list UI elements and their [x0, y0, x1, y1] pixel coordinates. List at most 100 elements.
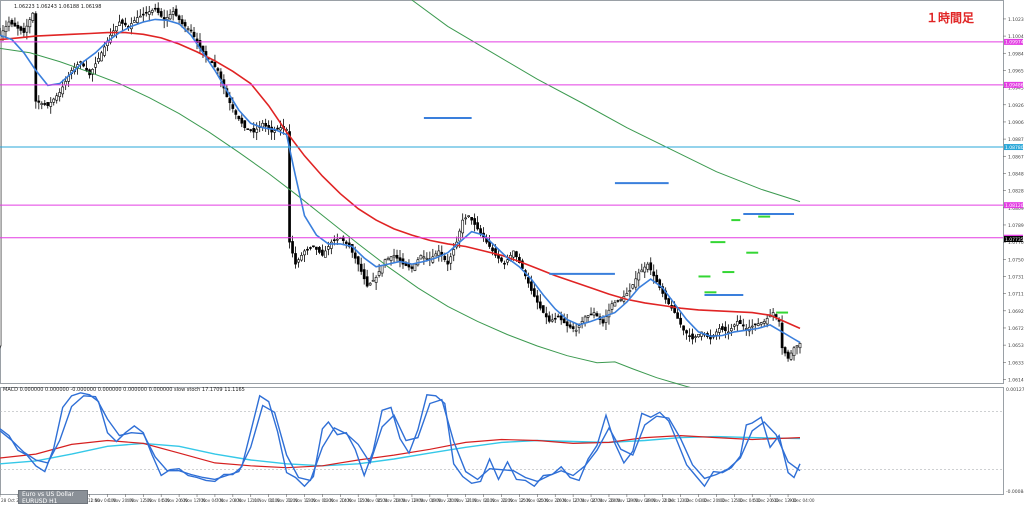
candle-body [443, 255, 447, 261]
candle-body [783, 347, 787, 354]
candle-body [655, 274, 659, 283]
candle-body [691, 333, 694, 340]
candle-body [234, 110, 238, 115]
candle-body [491, 247, 494, 252]
candle-body [19, 26, 23, 31]
candle-body [300, 255, 303, 261]
candle-body [159, 11, 163, 17]
candle-body [118, 21, 121, 26]
price-tick-label: 1.06725 [1008, 326, 1024, 332]
candle-body [682, 325, 685, 331]
candle-body [165, 17, 169, 20]
candle-body [512, 250, 515, 258]
candle-body [10, 20, 14, 25]
candle-body [58, 92, 62, 97]
main-price-plot[interactable] [0, 0, 1004, 412]
candle-body [771, 312, 775, 317]
candle-body [574, 329, 578, 332]
oscillator-frame [0, 387, 1004, 495]
candle-body [144, 11, 148, 14]
candle-body [532, 288, 536, 297]
candle-body [500, 257, 503, 262]
candle-body [318, 247, 321, 253]
candle-body [547, 315, 551, 322]
candle-body [321, 249, 324, 256]
candle-body [640, 269, 644, 273]
candle-body [40, 103, 44, 105]
candle-body [458, 230, 462, 242]
candle-body [571, 326, 575, 330]
candle-body [688, 335, 691, 337]
price-tick-label: 1.06530 [1008, 343, 1024, 349]
candle-body [544, 313, 548, 318]
candle-body [100, 52, 103, 62]
candle-body [46, 102, 50, 106]
candle-body [237, 115, 241, 120]
candle-body [473, 218, 476, 225]
candle-body [476, 222, 479, 230]
candle-body [153, 7, 157, 10]
candle-body [422, 256, 426, 259]
candle-body [303, 250, 306, 256]
candle-body [329, 241, 333, 249]
candle-body [362, 269, 366, 280]
candle-body [22, 27, 26, 33]
candle-body [124, 22, 127, 26]
candle-body [643, 266, 647, 273]
candle-body [625, 293, 629, 297]
candle-body [327, 246, 330, 250]
candle-body [356, 256, 360, 265]
candle-body [649, 262, 653, 271]
candle-body [759, 322, 763, 325]
candle-body [392, 255, 396, 258]
price-tick-label: 1.10235 [1008, 17, 1024, 23]
candle-body [634, 278, 638, 288]
candle-body [613, 301, 617, 307]
candle-body [141, 13, 145, 16]
candle-body [527, 277, 530, 284]
candle-body [147, 11, 151, 15]
osc-tick-label: 0.001272 [1006, 387, 1024, 393]
candle-body [795, 345, 799, 348]
candle-body [306, 248, 309, 251]
candle-body [37, 100, 41, 103]
candle-body [189, 29, 193, 32]
candle-body [679, 317, 682, 325]
price-level-label: 1.09974 [1005, 40, 1024, 46]
candle-body [562, 318, 566, 324]
oscillator-plot[interactable] [0, 387, 1004, 495]
candle-body [407, 264, 411, 268]
candle-body [192, 31, 196, 37]
candle-body [138, 15, 142, 18]
candle-body [721, 326, 724, 330]
candle-body [186, 28, 190, 30]
candle-body [0, 34, 2, 347]
candle-body [55, 95, 59, 101]
candle-body [467, 215, 471, 218]
candle-body [619, 299, 623, 301]
candle-body [174, 8, 178, 16]
price-tick-label: 1.08285 [1008, 189, 1024, 195]
candle-body [628, 290, 632, 293]
candle-body [368, 282, 372, 286]
candle-body [685, 330, 688, 334]
timeframe-annotation: １時間足 [926, 10, 974, 25]
candle-body [13, 22, 17, 27]
oscillator-header: MACD 0.000000 0.000000 -0.000000 0.00000… [3, 387, 245, 393]
candle-body [132, 20, 136, 23]
candle-body [503, 262, 506, 265]
candle-body [156, 7, 160, 13]
osc-tick-label: -0.000848 [1006, 489, 1024, 495]
ohlc-header: 1.06223 1.06243 1.06188 1.06198 [14, 4, 101, 10]
candle-body [297, 259, 300, 263]
candle-body [324, 250, 327, 258]
candle-body [168, 14, 172, 20]
candle-body [732, 324, 736, 327]
candle-body [437, 250, 441, 256]
candle-body [180, 19, 184, 25]
candle-body [792, 347, 796, 356]
candle-body [718, 328, 721, 333]
price-tick-label: 1.08870 [1008, 137, 1024, 143]
candle-body [529, 281, 533, 291]
candle-body [446, 260, 450, 265]
